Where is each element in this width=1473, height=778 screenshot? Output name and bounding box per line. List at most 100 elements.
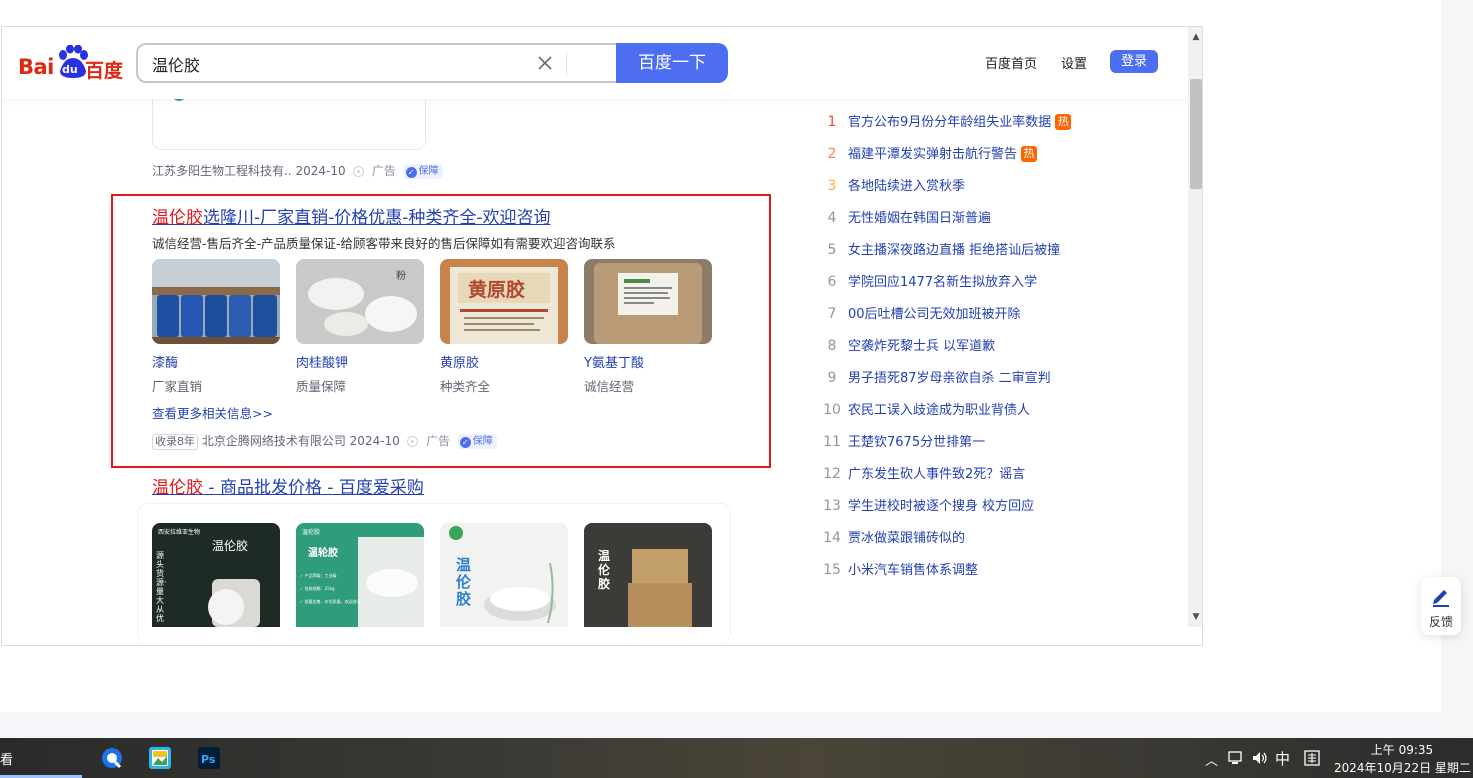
hot-search-link[interactable]: 福建平潭发实弹射击航行警告 [848,147,1017,162]
hot-search-item[interactable]: 1 官方公布9月份分年龄组失业率数据热 [822,111,1072,131]
svg-text:温轮胶: 温轮胶 [308,546,338,559]
feedback-button[interactable]: 反馈 [1421,577,1461,635]
browser-icon[interactable] [100,746,124,770]
hot-search-item[interactable]: 5 女主播深夜路边直播 拒绝搭讪后被撞 [822,239,1061,259]
product-image-xanthan-gum[interactable]: 黄原胶 [440,259,568,344]
ad-result-title[interactable]: 温伦胶选隆川-厂家直销-价格优惠-种类齐全-欢迎咨询 [152,203,551,228]
hot-search-item[interactable]: 4 无性婚姻在韩国日渐普遍 [822,207,991,227]
hot-rank-number: 8 [827,338,837,354]
hot-search-item[interactable]: 2 福建平潭发实弹射击航行警告热 [822,143,1038,163]
search-input[interactable] [152,53,532,75]
hot-search-link[interactable]: 男子捂死87岁母亲欲自杀 二审宣判 [848,371,1051,386]
guarantee-badge[interactable]: ✓ 保障 [457,434,497,449]
aicaigou-product-image-3[interactable]: 温伦胶 [440,523,568,627]
hot-search-link[interactable]: 学院回应1477名新生拟放弃入学 [848,275,1037,290]
product-image-laccase[interactable] [152,259,280,344]
hot-search-link[interactable]: 农民工误入歧途成为职业背债人 [848,403,1030,418]
scroll-down-icon[interactable]: ▼ [1188,609,1202,625]
hot-search-link[interactable]: 空袭炸死黎士兵 以军道歉 [848,339,995,354]
hot-search-item[interactable]: 6 学院回应1477名新生拟放弃入学 [822,271,1038,291]
hot-rank-number: 2 [827,146,837,162]
more-options-icon[interactable] [353,166,365,177]
more-options-icon[interactable] [407,436,419,447]
network-icon[interactable] [1228,750,1244,766]
hot-rank-number: 13 [823,498,841,514]
ad-label: 广告 [426,434,451,448]
hot-search-item[interactable]: 3 各地陆续进入赏秋季 [822,175,965,195]
hot-search-link[interactable]: 王楚钦7675分世排第一 [848,435,985,450]
hot-rank-number: 5 [827,242,837,258]
hot-search-link[interactable]: 贾冰做菜跟铺砖似的 [848,531,965,546]
ime-mode-icon[interactable] [1304,750,1320,766]
search-button[interactable]: 百度一下 [616,43,728,83]
clear-icon[interactable] [536,54,554,72]
source-company[interactable]: 江苏多阳生物工程科技有.. [152,164,292,178]
guarantee-badge[interactable]: ✓ 保障 [403,164,443,179]
search-header: Bai du 百度 百度一下 百度首页 设置 登录 [2,27,1188,99]
ime-indicator[interactable]: 中 [1275,748,1290,769]
baidu-home-link[interactable]: 百度首页 [985,53,1037,72]
indexed-years-tag: 收录8年 [152,434,198,450]
image-viewer-icon[interactable] [148,746,172,770]
source-date: 2024-10 [295,164,346,178]
login-button[interactable]: 登录 [1110,50,1158,73]
hot-search-link[interactable]: 官方公布9月份分年龄组失业率数据 [848,115,1051,130]
svg-text:西安拉维亚生物: 西安拉维亚生物 [158,528,200,536]
settings-link[interactable]: 设置 [1061,53,1087,72]
check-icon: ✓ [459,437,471,448]
hot-rank-number: 7 [827,306,837,322]
product-link-potassium-cinnamate[interactable]: 肉桂酸钾 [296,352,348,371]
aicaigou-product-image-1[interactable]: 西安拉维亚生物 温伦胶 源头货源·量大从优 [152,523,280,627]
hot-search-link[interactable]: 无性婚姻在韩国日渐普遍 [848,211,991,226]
product-link-laccase[interactable]: 漆酶 [152,352,178,371]
product-subtitle: 厂家直销 [152,379,203,394]
hot-rank-number: 1 [827,114,837,130]
hot-search-item[interactable]: 14 贾冰做菜跟铺砖似的 [822,527,965,547]
hot-search-item[interactable]: 11 王楚钦7675分世排第一 [822,431,985,451]
hot-search-item[interactable]: 12 广东发生砍人事件致2死？谣言 [822,463,1025,483]
product-link-xanthan-gum[interactable]: 黄原胶 [440,352,479,371]
ad-result-description: 诚信经营-售后齐全-产品质量保证-给顾客带来良好的售后保障如有需要欢迎咨询联系 [152,236,616,251]
hot-search-link[interactable]: 学生进校时被逐个搜身 校方回应 [848,499,1034,514]
source-company[interactable]: 北京企腾网络技术有限公司 [202,434,346,448]
hot-search-link[interactable]: 广东发生砍人事件致2死？谣言 [848,467,1025,482]
hot-search-item[interactable]: 10 农民工误入歧途成为职业背债人 [822,399,1030,419]
see-more-link[interactable]: 查看更多相关信息>> [152,403,273,422]
hot-search-item[interactable]: 15 小米汽车销售体系调整 [822,559,978,579]
aicaigou-product-image-2[interactable]: 温伦胶 温轮胶 ✓ 产品等级：工业级 ✓ 包装规格：25kg ✓ 批量出售，价优… [296,523,424,627]
hot-search-item[interactable]: 8 空袭炸死黎士兵 以军道歉 [822,335,996,355]
hot-search-link[interactable]: 女主播深夜路边直播 拒绝搭讪后被撞 [848,243,1060,258]
hot-rank-number: 15 [823,562,841,578]
hot-rank-number: 12 [823,466,841,482]
hot-rank-number: 6 [827,274,837,290]
hot-search-item[interactable]: 13 学生进校时被逐个搜身 校方回应 [822,495,1034,515]
windows-taskbar: 看 Ps ︿ 中 上午 09:35 2024年10月22日 星期二 [0,738,1473,778]
clock-time[interactable]: 上午 09:35 [1352,741,1452,758]
hot-rank-number: 14 [823,530,841,546]
source-date: 2024-10 [349,434,400,448]
volume-icon[interactable] [1252,750,1269,766]
photoshop-icon[interactable]: Ps [197,746,221,770]
hot-search-link[interactable]: 小米汽车销售体系调整 [848,563,978,578]
hot-search-link[interactable]: 00后吐槽公司无效加班被开除 [848,307,1021,322]
hot-rank-number: 4 [827,210,837,226]
scroll-up-icon[interactable]: ▲ [1188,29,1202,45]
search-box [136,43,618,83]
taskbar-search-text[interactable]: 看 [0,749,13,768]
tray-chevron-up-icon[interactable]: ︿ [1205,750,1218,769]
clock-date[interactable]: 2024年10月22日 星期二 [1334,759,1473,776]
aicaigou-product-image-4[interactable]: 温伦胶 [584,523,712,627]
pen-icon [1433,590,1449,607]
hot-rank-number: 11 [823,434,841,450]
product-link-gaba[interactable]: Y氨基丁酸 [584,352,644,371]
svg-text:粉: 粉 [396,269,406,282]
hot-search-item[interactable]: 7 00后吐槽公司无效加班被开除 [822,303,1021,323]
aicaigou-result-title[interactable]: 温伦胶 - 商品批发价格 - 百度爱采购 [152,473,424,498]
scrollbar-thumb[interactable] [1190,79,1202,189]
hot-search-link[interactable]: 各地陆续进入赏秋季 [848,179,965,194]
product-subtitle: 质量保障 [296,379,347,394]
product-image-gaba[interactable] [584,259,712,344]
hot-search-item[interactable]: 9 男子捂死87岁母亲欲自杀 二审宣判 [822,367,1051,387]
product-image-potassium-cinnamate[interactable]: 粉 [296,259,424,344]
baidu-logo[interactable]: Bai du 百度 [18,45,128,82]
